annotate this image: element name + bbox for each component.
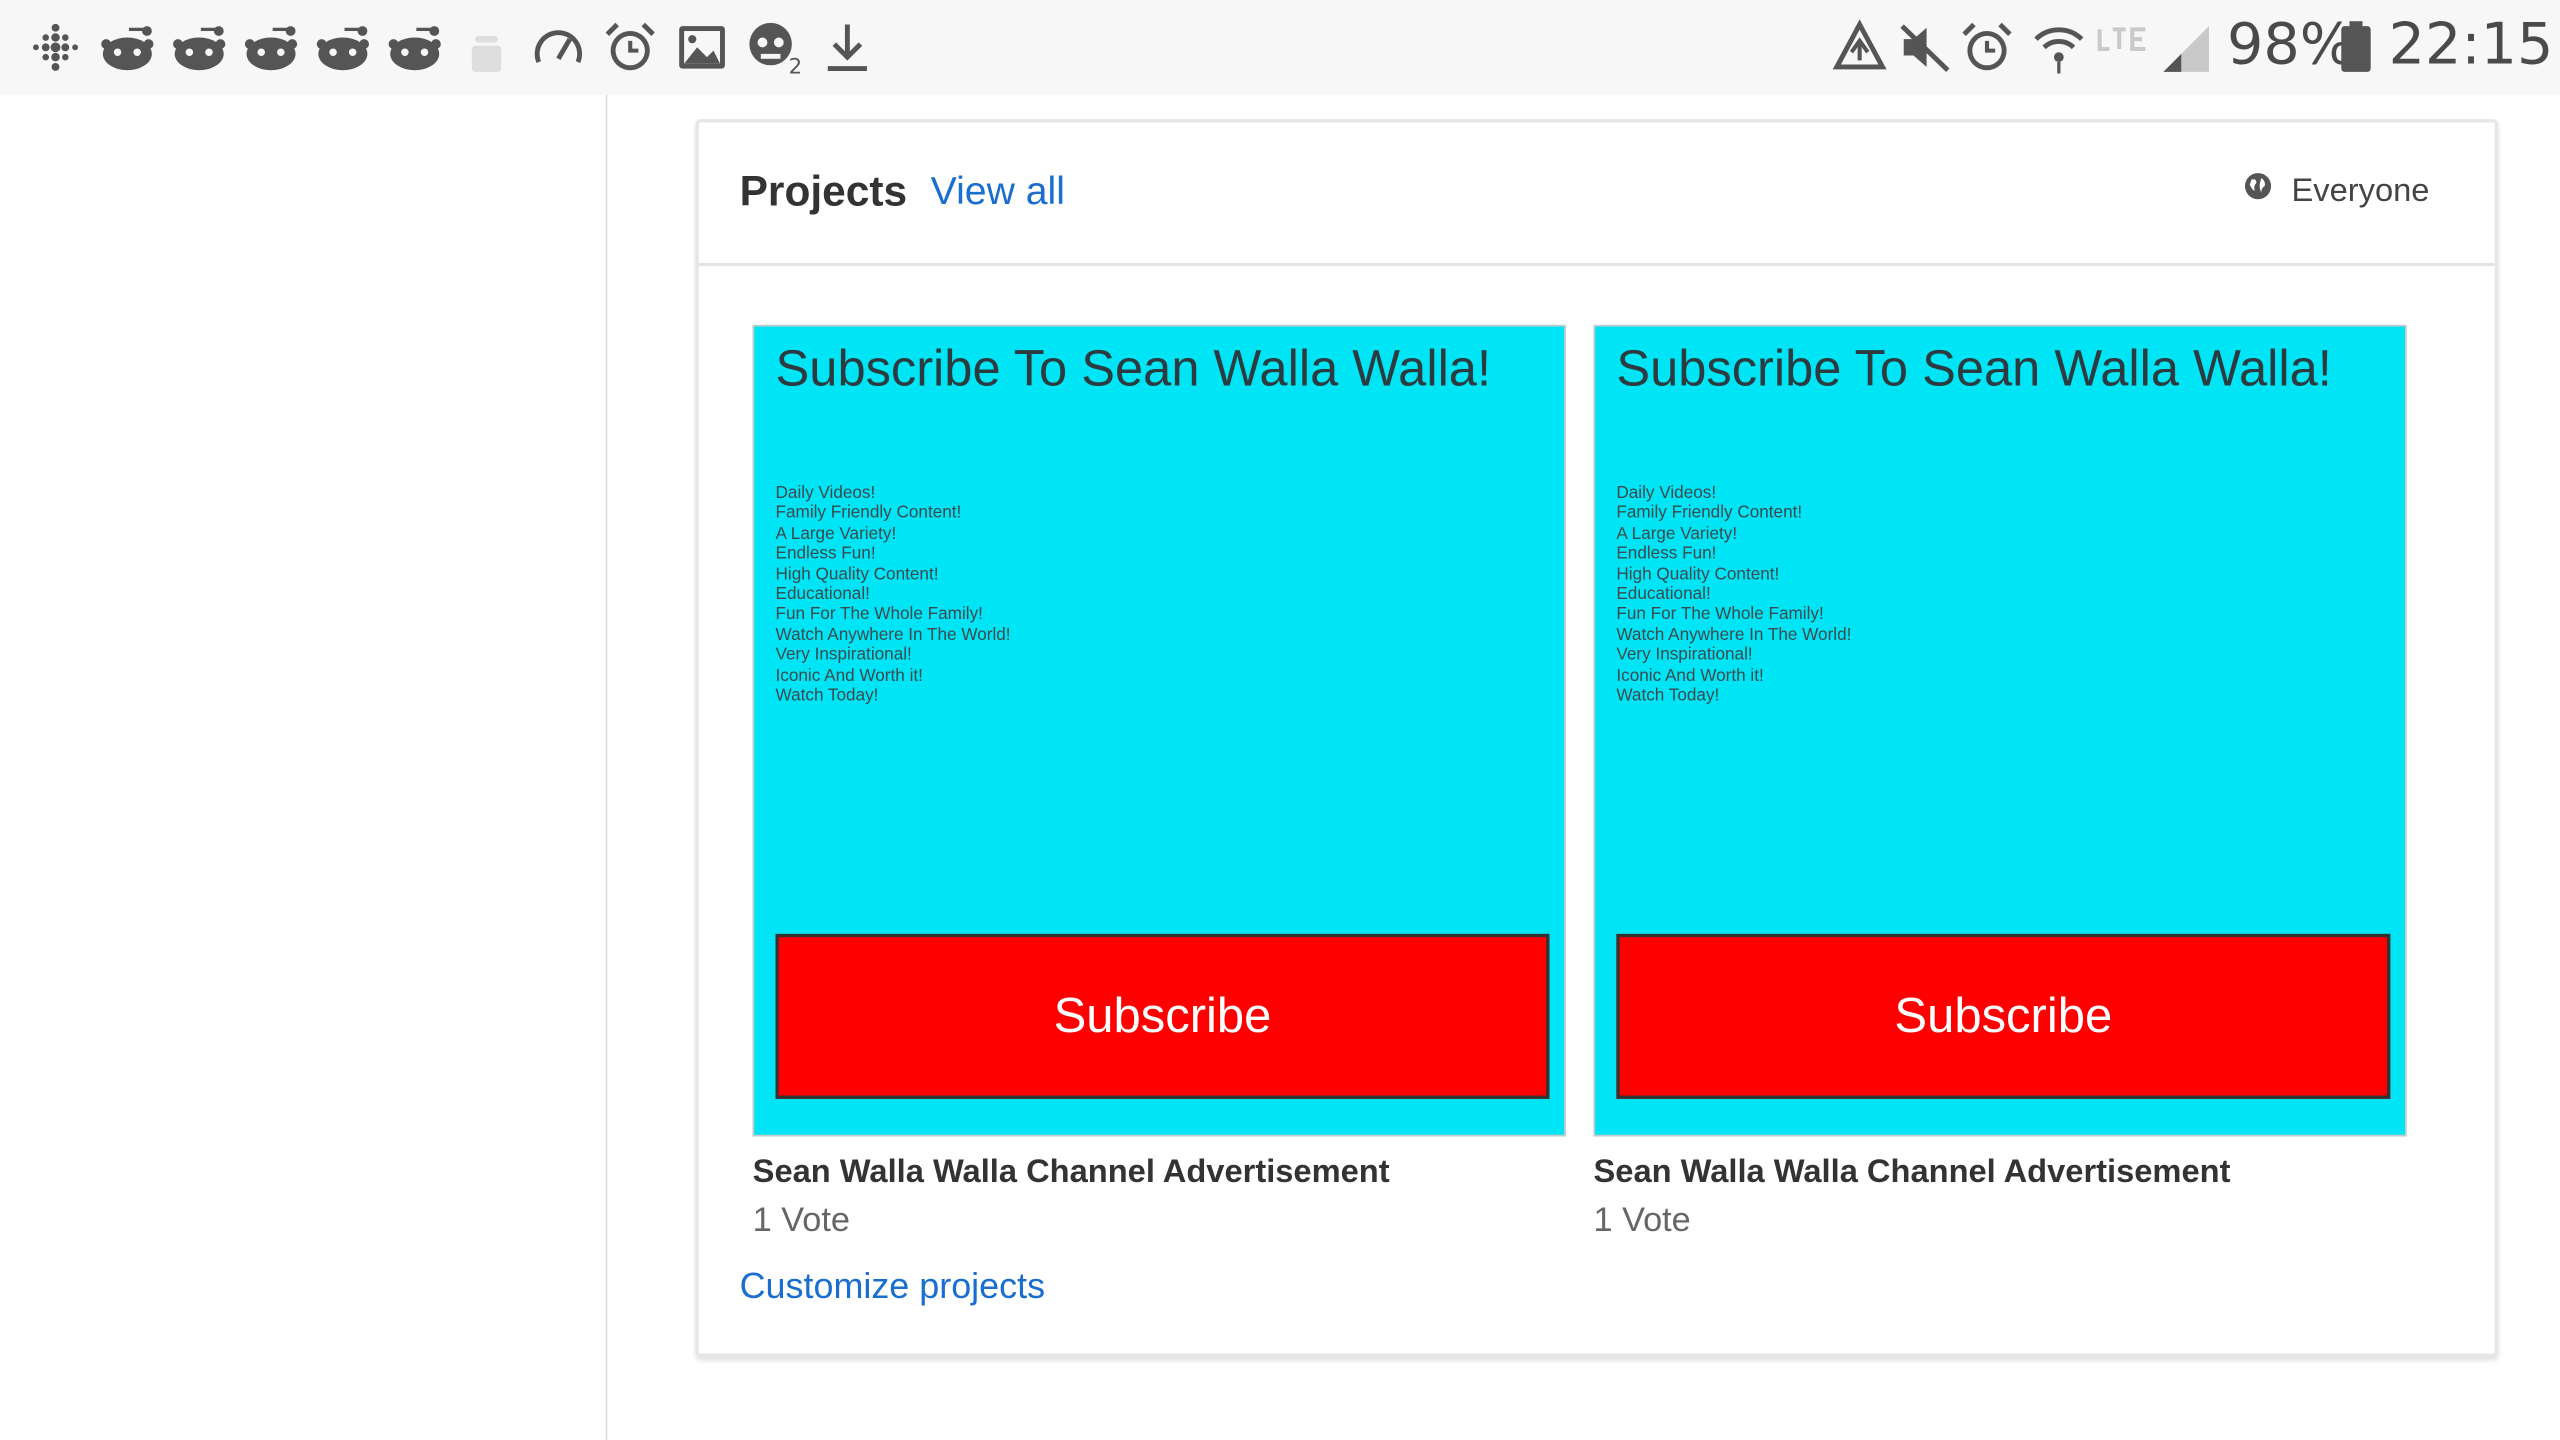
speedometer-icon xyxy=(531,20,587,76)
reddit-alien-icon xyxy=(243,20,299,76)
android-bot-icon xyxy=(465,20,507,76)
project-card: Subscribe To Sean Walla Walla! Daily Vid… xyxy=(1593,324,2407,1241)
customize-projects-link[interactable]: Customize projects xyxy=(740,1265,1045,1307)
project-votes: 1 Vote xyxy=(752,1201,850,1240)
recycle-sync-icon xyxy=(1832,19,1888,76)
fitbit-dots-icon xyxy=(28,20,84,76)
thumbnail-line: Family Friendly Content! xyxy=(1616,503,1803,524)
thumbnail-line: Iconic And Worth it! xyxy=(1616,665,1764,686)
status-bar: 2 98% 22:15 xyxy=(0,0,2560,95)
thumbnail-line: Daily Videos! xyxy=(775,483,876,503)
project-name[interactable]: Sean Walla Walla Channel Advertisement xyxy=(753,1154,1566,1192)
thumbnail-line: Educational! xyxy=(1616,584,1711,605)
left-sidebar xyxy=(0,94,608,1440)
project-thumbnail[interactable]: Subscribe To Sean Walla Walla! Daily Vid… xyxy=(1593,324,2407,1137)
thumbnail-line: Watch Anywhere In The World! xyxy=(1616,625,1852,645)
thumbnail-line: Watch Anywhere In The World! xyxy=(775,625,1011,645)
subscribe-button-label: Subscribe xyxy=(1053,988,1272,1043)
thumbnail-line: Very Inspirational! xyxy=(775,645,912,665)
thumbnail-line: Daily Videos! xyxy=(1616,483,1717,503)
thumbnail-line: Very Inspirational! xyxy=(1616,645,1753,665)
reddit-alien-icon xyxy=(100,20,156,76)
alarm-clock-icon xyxy=(1959,20,2015,76)
thumbnail-headline: Subscribe To Sean Walla Walla! xyxy=(1616,339,2332,397)
thumbnail-line: Endless Fun! xyxy=(775,544,876,564)
thumbnail-line: Fun For The Whole Family! xyxy=(775,604,983,625)
svg-text:2: 2 xyxy=(789,54,802,75)
project-thumbnail[interactable]: Subscribe To Sean Walla Walla! Daily Vid… xyxy=(752,324,1566,1137)
lte-icon xyxy=(2096,20,2155,76)
subscribe-button[interactable]: Subscribe xyxy=(775,933,1550,1099)
pirate-skull-badge-icon: 2 xyxy=(746,20,802,79)
thumbnail-line: Watch Today! xyxy=(1616,685,1720,706)
subscribe-button-label: Subscribe xyxy=(1894,988,2113,1043)
subscribe-button[interactable]: Subscribe xyxy=(1616,933,2391,1099)
wifi-icon xyxy=(2031,20,2087,76)
globe-icon xyxy=(2243,171,2272,210)
battery-percent: 98% xyxy=(2227,13,2355,79)
thumbnail-line: Watch Today! xyxy=(775,685,879,706)
project-card: Subscribe To Sean Walla Walla! Daily Vid… xyxy=(752,324,1566,1241)
thumbnail-line: Endless Fun! xyxy=(1616,544,1717,564)
thumbnail-headline: Subscribe To Sean Walla Walla! xyxy=(775,339,1492,397)
battery-icon xyxy=(2338,20,2374,76)
image-icon xyxy=(674,20,730,76)
projects-title: Projects xyxy=(739,166,908,216)
thumbnail-line: Iconic And Worth it! xyxy=(775,665,923,686)
project-votes: 1 Vote xyxy=(1593,1201,1691,1240)
projects-card: Projects View all Everyone Subscribe To … xyxy=(695,119,2499,1357)
thumbnail-feature-list: Daily Videos! Family Friendly Content! A… xyxy=(776,483,1011,706)
project-name[interactable]: Sean Walla Walla Channel Advertisement xyxy=(1594,1154,2407,1192)
cell-signal-icon xyxy=(2158,20,2214,76)
thumbnail-line: High Quality Content! xyxy=(1616,564,1780,584)
privacy-setting[interactable]: Everyone xyxy=(2243,171,2430,210)
alarm-clock-icon xyxy=(602,20,658,76)
view-all-link[interactable]: View all xyxy=(931,170,1065,216)
download-icon xyxy=(820,20,876,76)
privacy-label: Everyone xyxy=(2291,172,2430,209)
thumbnail-line: A Large Variety! xyxy=(1616,523,1738,544)
reddit-alien-icon xyxy=(171,20,227,76)
reddit-alien-icon xyxy=(315,20,371,76)
thumbnail-line: Educational! xyxy=(775,584,870,605)
thumbnail-feature-list: Daily Videos! Family Friendly Content! A… xyxy=(1616,483,1851,706)
mute-icon xyxy=(1897,20,1953,76)
thumbnail-line: Family Friendly Content! xyxy=(775,503,962,524)
projects-card-header: Projects View all Everyone xyxy=(698,122,2495,267)
reddit-alien-icon xyxy=(387,20,443,76)
clock-time: 22:15 xyxy=(2388,13,2554,79)
screen: 2 98% 22:15 Projects View all Everyone S… xyxy=(0,0,2560,1440)
thumbnail-line: High Quality Content! xyxy=(775,564,939,584)
thumbnail-line: A Large Variety! xyxy=(775,523,897,544)
thumbnail-line: Fun For The Whole Family! xyxy=(1616,604,1824,625)
